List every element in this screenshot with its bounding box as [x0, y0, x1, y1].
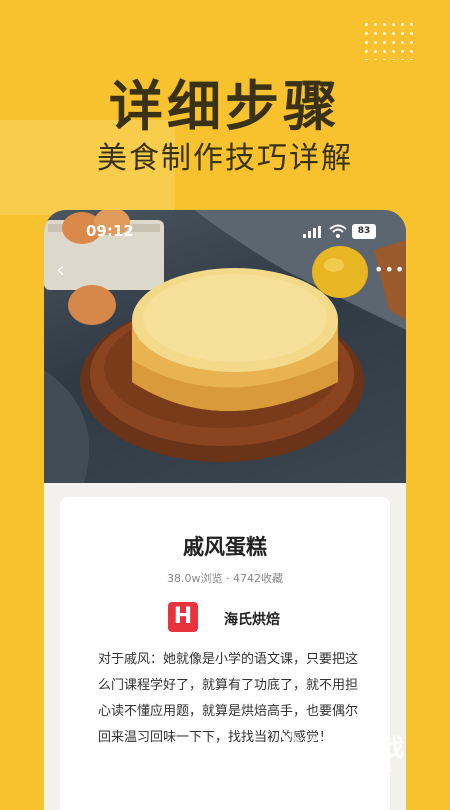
cake-photo: 09:12 83 ‹ •••	[44, 210, 406, 483]
watermark-logo-icon	[278, 730, 304, 766]
dot-pattern-decoration	[362, 20, 416, 60]
status-bar: 09:12 83	[44, 210, 406, 250]
watermark-name: 仍玩游戏	[308, 734, 404, 762]
signal-icon	[303, 226, 321, 238]
phone-mockup: 09:12 83 ‹ ••• 戚风蛋糕 38.0w浏览 · 4742收藏 H 海…	[44, 210, 406, 810]
watermark-pinyin: Rengwan Games	[308, 764, 393, 775]
author-logo[interactable]: H	[168, 602, 198, 632]
more-options-icon[interactable]: •••	[374, 260, 405, 279]
battery-icon: 83	[352, 224, 376, 239]
cake-illustration	[44, 210, 406, 483]
banner-headline: 详细步骤	[109, 75, 341, 138]
banner-subheadline: 美食制作技巧详解	[97, 141, 353, 176]
author-name[interactable]: 海氏烘焙	[224, 609, 280, 629]
wifi-icon	[329, 224, 347, 238]
recipe-title: 戚风蛋糕	[183, 535, 267, 559]
recipe-stats: 38.0w浏览 · 4742收藏	[167, 572, 283, 585]
back-chevron-icon[interactable]: ‹	[56, 258, 65, 283]
status-time: 09:12	[86, 222, 134, 240]
